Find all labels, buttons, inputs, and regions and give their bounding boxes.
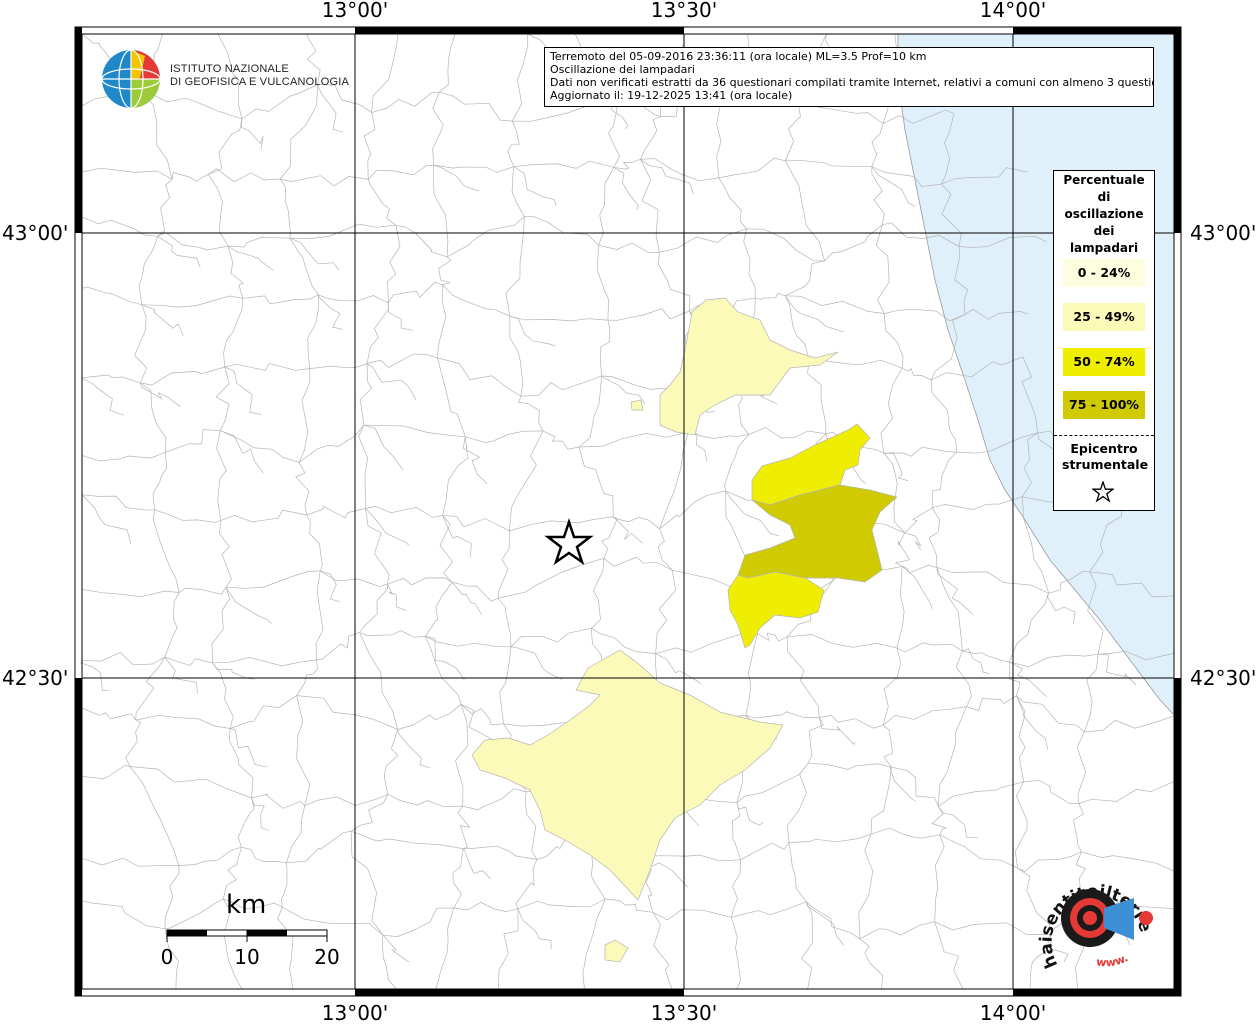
data-disclaimer: Dati non verificati estratti da 36 quest… bbox=[550, 76, 1154, 89]
scale-label-20: 20 bbox=[314, 945, 340, 969]
lon-tick-bottom-2: 13°30' bbox=[650, 1001, 718, 1025]
legend-divider bbox=[1054, 435, 1154, 436]
legend-label-0-24: 0 - 24% bbox=[1077, 265, 1131, 280]
legend-star-icon bbox=[1092, 481, 1114, 503]
legend-item-0-24: 0 - 24% bbox=[1063, 259, 1145, 287]
lat-tick-left-1: 43°00' bbox=[2, 221, 69, 245]
scale-bar: km 0 10 20 bbox=[160, 890, 350, 970]
legend-label-25-49: 25 - 49% bbox=[1073, 309, 1135, 324]
update-date: Aggiornato il: 19-12-2025 13:41 (ora loc… bbox=[550, 89, 793, 102]
legend-label-75-100: 75 - 100% bbox=[1069, 397, 1139, 412]
legend-item-25-49: 25 - 49% bbox=[1063, 303, 1145, 331]
ingv-line-2: DI GEOFISICA E VULCANOLOGIA bbox=[170, 76, 349, 88]
legend-item-50-74: 50 - 74% bbox=[1063, 348, 1145, 376]
ingv-line-1: ISTITUTO NAZIONALE bbox=[170, 63, 289, 75]
ingv-name: ISTITUTO NAZIONALE DI GEOFISICA E VULCAN… bbox=[170, 63, 349, 89]
scale-label-0: 0 bbox=[160, 945, 174, 969]
legend: Percentuale di oscillazione dei lampadar… bbox=[1053, 170, 1155, 511]
legend-epicenter-label: Epicentro strumentale bbox=[1062, 441, 1149, 472]
scale-unit: km bbox=[226, 890, 267, 920]
lon-tick-bottom-1: 13°00' bbox=[321, 1001, 389, 1025]
event-title: Terremoto del 05-09-2016 23:36:11 (ora l… bbox=[550, 50, 927, 63]
hsn-logo-prefix: www. bbox=[1096, 951, 1131, 969]
haisentitoilterremoto-logo-icon: haisentitoilterremoto.it www. bbox=[1030, 860, 1155, 971]
legend-title: Percentuale di oscillazione dei lampadar… bbox=[1063, 173, 1145, 255]
legend-label-50-74: 50 - 74% bbox=[1073, 354, 1135, 369]
event-info-box: Terremoto del 05-09-2016 23:36:11 (ora l… bbox=[544, 47, 1154, 107]
lon-tick-top-2: 13°30' bbox=[650, 0, 718, 22]
lon-tick-bottom-3: 14°00' bbox=[979, 1001, 1047, 1025]
legend-item-75-100: 75 - 100% bbox=[1063, 391, 1145, 419]
lon-tick-top-1: 13°00' bbox=[321, 0, 389, 22]
lat-tick-right-2: 42°30' bbox=[1190, 666, 1256, 690]
scale-label-10: 10 bbox=[234, 945, 260, 969]
lon-tick-top-3: 14°00' bbox=[979, 0, 1047, 22]
map-subject: Oscillazione dei lampadari bbox=[550, 63, 695, 76]
municipality-25-49-small bbox=[630, 399, 644, 411]
svg-text:www.: www. bbox=[1096, 951, 1131, 969]
lat-tick-left-2: 42°30' bbox=[2, 666, 69, 690]
ingv-globe-icon bbox=[101, 49, 161, 109]
lat-tick-right-1: 43°00' bbox=[1190, 221, 1256, 245]
